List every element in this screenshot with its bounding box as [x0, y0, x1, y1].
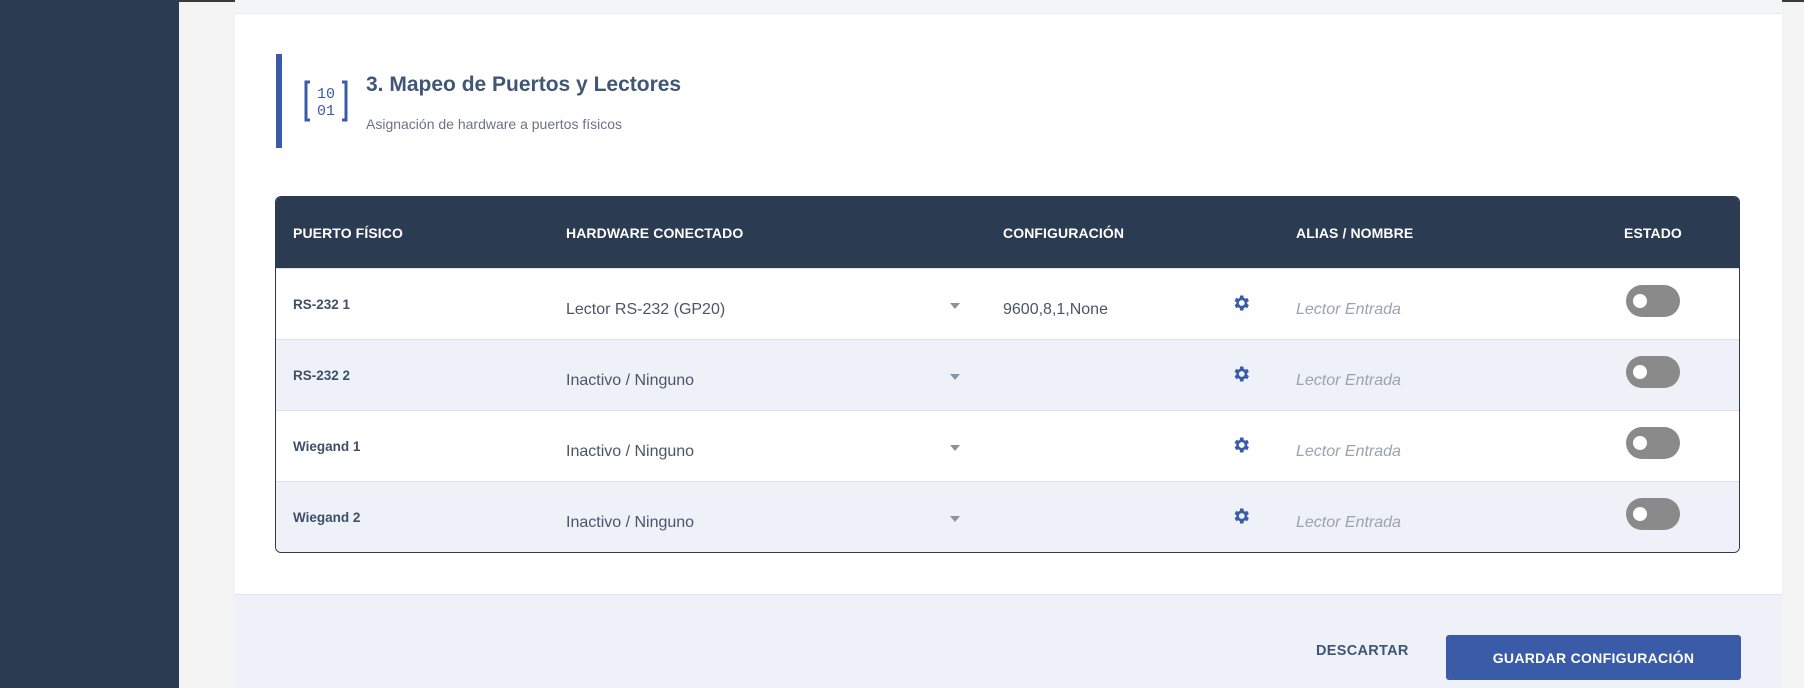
port-name: Wiegand 2	[293, 510, 361, 525]
alias-input[interactable]: Lector Entrada	[1296, 514, 1401, 532]
chevron-down-icon[interactable]	[950, 374, 960, 380]
svg-text:10: 10	[317, 86, 335, 103]
header-alias: ALIAS / NOMBRE	[1296, 225, 1414, 241]
save-config-button[interactable]: GUARDAR CONFIGURACIÓN	[1446, 635, 1741, 680]
hardware-select[interactable]: Inactivo / Ninguno	[566, 514, 694, 532]
header-hardware: HARDWARE CONECTADO	[566, 225, 744, 241]
section-header: 10 01 3. Mapeo de Puertos y Lectores Asi…	[276, 54, 976, 148]
status-toggle[interactable]	[1626, 498, 1680, 530]
binary-icon: 10 01	[304, 80, 348, 122]
gear-icon[interactable]	[1231, 364, 1251, 384]
port-name: RS-232 1	[293, 297, 351, 312]
table-header: PUERTO FÍSICO HARDWARE CONECTADO CONFIGU…	[276, 197, 1739, 268]
toggle-knob	[1633, 507, 1647, 521]
header-config: CONFIGURACIÓN	[1003, 225, 1125, 241]
status-toggle[interactable]	[1626, 427, 1680, 459]
card-footer: DESCARTAR GUARDAR CONFIGURACIÓN	[235, 594, 1782, 688]
status-toggle[interactable]	[1626, 285, 1680, 317]
svg-text:01: 01	[317, 103, 335, 120]
header-status: ESTADO	[1624, 225, 1682, 241]
port-name: RS-232 2	[293, 368, 351, 383]
table-row: Wiegand 2 Inactivo / Ninguno Lector Entr…	[276, 481, 1739, 552]
table-row: Wiegand 1 Inactivo / Ninguno Lector Entr…	[276, 410, 1739, 481]
sidebar	[0, 0, 179, 688]
gear-icon[interactable]	[1231, 435, 1251, 455]
alias-input[interactable]: Lector Entrada	[1296, 301, 1401, 319]
table-row: RS-232 1 Lector RS-232 (GP20) 9600,8,1,N…	[276, 268, 1739, 339]
hardware-select[interactable]: Inactivo / Ninguno	[566, 443, 694, 461]
hardware-select[interactable]: Lector RS-232 (GP20)	[566, 301, 725, 319]
toggle-knob	[1633, 436, 1647, 450]
table-row: RS-232 2 Inactivo / Ninguno Lector Entra…	[276, 339, 1739, 410]
chevron-down-icon[interactable]	[950, 516, 960, 522]
config-card: 10 01 3. Mapeo de Puertos y Lectores Asi…	[235, 0, 1782, 688]
discard-button[interactable]: DESCARTAR	[1316, 643, 1409, 659]
status-toggle[interactable]	[1626, 356, 1680, 388]
alias-input[interactable]: Lector Entrada	[1296, 372, 1401, 390]
port-name: Wiegand 1	[293, 439, 361, 454]
section-accent-bar	[276, 54, 282, 148]
config-value: 9600,8,1,None	[1003, 301, 1108, 318]
card-top-bar	[235, 0, 1782, 14]
gear-icon[interactable]	[1231, 506, 1251, 526]
port-mapping-table: PUERTO FÍSICO HARDWARE CONECTADO CONFIGU…	[275, 196, 1740, 553]
toggle-knob	[1633, 365, 1647, 379]
section-subtitle: Asignación de hardware a puertos físicos	[366, 116, 623, 132]
section-title: 3. Mapeo de Puertos y Lectores	[366, 73, 682, 96]
header-port: PUERTO FÍSICO	[293, 225, 403, 241]
hardware-select[interactable]: Inactivo / Ninguno	[566, 372, 694, 390]
chevron-down-icon[interactable]	[950, 303, 960, 309]
toggle-knob	[1633, 294, 1647, 308]
chevron-down-icon[interactable]	[950, 445, 960, 451]
alias-input[interactable]: Lector Entrada	[1296, 443, 1401, 461]
gear-icon[interactable]	[1231, 293, 1251, 313]
